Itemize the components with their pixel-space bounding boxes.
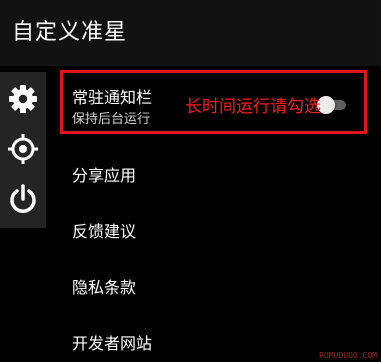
share-app-label: 分享应用 (72, 166, 137, 185)
annotation-text: 长时间运行请勾选 (185, 97, 321, 117)
side-rail (0, 72, 46, 228)
crosshair-icon (7, 133, 39, 165)
gear-icon (8, 84, 38, 114)
settings-rail-button[interactable] (0, 76, 46, 122)
developer-site-label: 开发者网站 (72, 334, 153, 353)
list-item-share-app[interactable]: 分享应用 (46, 148, 381, 196)
list-item-feedback[interactable]: 反馈建议 (46, 204, 381, 252)
persistent-notification-toggle[interactable] (317, 96, 346, 114)
power-icon (7, 183, 39, 215)
settings-list: 常驻通知栏 保持后台运行 长时间运行请勾选 分享应用 反馈建议 隐私条款 开发者… (46, 66, 381, 362)
watermark: RUMUDUOO.COM (319, 351, 377, 360)
app-title: 自定义准星 (12, 20, 128, 45)
list-item-privacy[interactable]: 隐私条款 (46, 260, 381, 308)
privacy-label: 隐私条款 (72, 278, 137, 297)
feedback-label: 反馈建议 (72, 222, 137, 241)
app-bar: 自定义准星 (0, 0, 381, 66)
power-rail-button[interactable] (0, 176, 46, 222)
crosshair-rail-button[interactable] (0, 126, 46, 172)
